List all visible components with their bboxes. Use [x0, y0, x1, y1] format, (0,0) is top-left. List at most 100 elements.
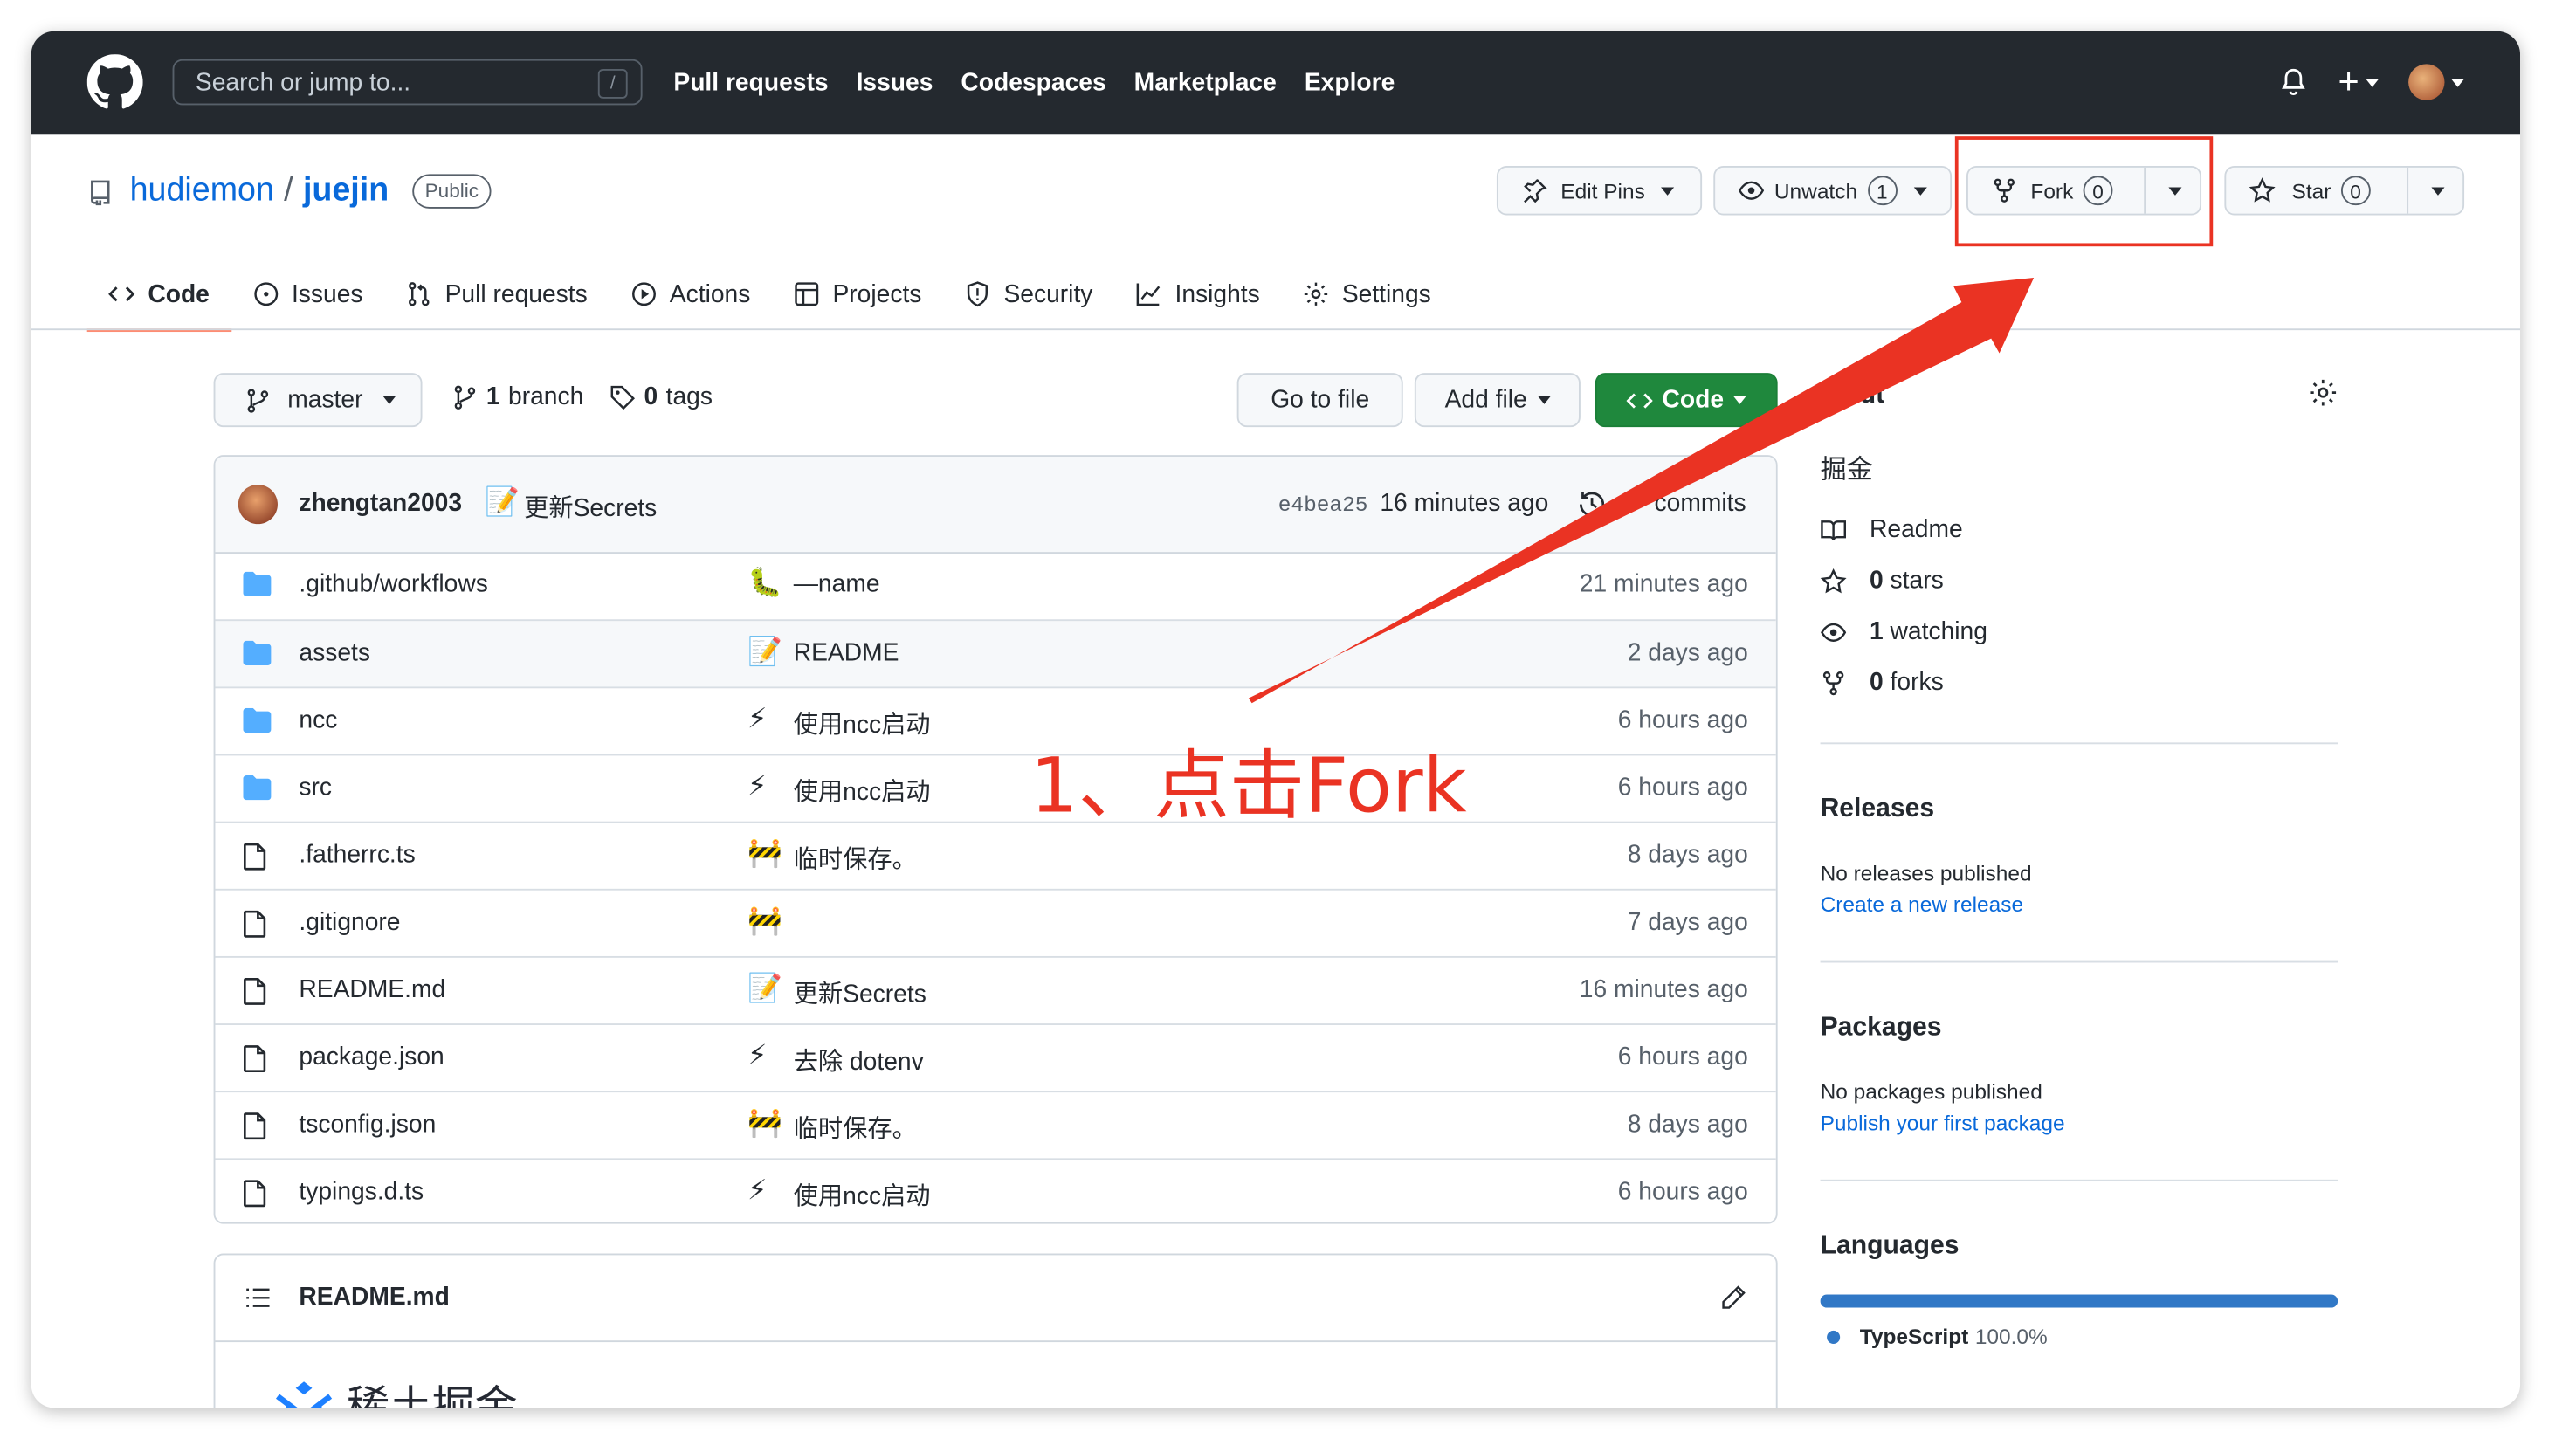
- visibility-badge: Public: [411, 174, 492, 209]
- language-bar-fill: [1820, 1294, 2338, 1308]
- add-file-button[interactable]: Add file: [1414, 373, 1581, 428]
- file-row[interactable]: ncc ⚡ 使用ncc启动 6 hours ago: [215, 686, 1776, 754]
- file-name-link[interactable]: .github/workflows: [299, 570, 487, 598]
- releases-heading[interactable]: Releases: [1821, 795, 1935, 825]
- commit-sha[interactable]: e4bea25: [1278, 492, 1368, 517]
- file-name-link[interactable]: typings.d.ts: [299, 1178, 424, 1206]
- nav-issues[interactable]: Issues: [857, 69, 933, 97]
- readme-link[interactable]: Readme: [1821, 516, 1963, 544]
- gear-icon[interactable]: [2308, 378, 2338, 408]
- file-name-link[interactable]: assets: [299, 639, 370, 667]
- tab-issues[interactable]: Issues: [231, 258, 384, 330]
- star-dropdown-button[interactable]: [2408, 168, 2466, 214]
- readme-divider: [215, 1340, 1776, 1343]
- packages-heading[interactable]: Packages: [1821, 1014, 1942, 1043]
- commit-emoji: ⚡: [747, 703, 768, 734]
- file-row[interactable]: assets 📝 README 2 days ago: [215, 619, 1776, 687]
- commit-message-link[interactable]: 更新Secrets: [794, 976, 926, 1011]
- stars-link[interactable]: 0 stars: [1820, 567, 1944, 595]
- commit-emoji: 🚧: [747, 837, 782, 870]
- global-search[interactable]: /: [172, 59, 643, 106]
- code-button[interactable]: Code: [1595, 373, 1778, 428]
- commit-message-link[interactable]: README: [794, 639, 899, 667]
- list-icon[interactable]: [245, 1284, 271, 1311]
- file-row[interactable]: package.json ⚡ 去除 dotenv 6 hours ago: [215, 1023, 1776, 1091]
- nav-pull-requests[interactable]: Pull requests: [673, 69, 828, 97]
- file-name-link[interactable]: tsconfig.json: [299, 1111, 436, 1139]
- commit-message-link[interactable]: 使用ncc启动: [794, 1178, 931, 1213]
- fork-icon: [1822, 671, 1844, 695]
- file-row[interactable]: tsconfig.json 🚧 临时保存。 8 days ago: [215, 1091, 1776, 1158]
- commit-message-link[interactable]: 使用ncc启动: [794, 774, 931, 809]
- commit-age: 2 days ago: [1627, 638, 1748, 667]
- branch-select-button[interactable]: master: [213, 373, 423, 428]
- star-button-group: Star 0: [2224, 166, 2466, 216]
- tab-projects[interactable]: Projects: [772, 258, 943, 330]
- file-name-link[interactable]: src: [299, 774, 332, 802]
- tags-link[interactable]: 0 tags: [610, 382, 713, 410]
- sidebar-divider: [1820, 742, 2338, 745]
- commit-message-link[interactable]: 临时保存。: [794, 1111, 917, 1146]
- commit-age: 6 hours ago: [1617, 774, 1748, 802]
- commit-age: 6 hours ago: [1617, 1177, 1748, 1206]
- nav-codespaces[interactable]: Codespaces: [961, 69, 1105, 97]
- file-name-link[interactable]: .gitignore: [299, 908, 400, 936]
- star-button[interactable]: Star 0: [2226, 176, 2429, 206]
- file-row[interactable]: README.md 📝 更新Secrets 16 minutes ago: [215, 955, 1776, 1023]
- commit-message-link[interactable]: 去除 dotenv: [794, 1043, 924, 1078]
- nav-explore[interactable]: Explore: [1305, 69, 1395, 97]
- create-new-button[interactable]: +: [2338, 63, 2380, 100]
- nav-marketplace[interactable]: Marketplace: [1134, 69, 1277, 97]
- repo-owner-link[interactable]: hudiemon: [130, 173, 274, 210]
- commit-message-link[interactable]: 使用ncc启动: [794, 706, 931, 741]
- file-row[interactable]: typings.d.ts ⚡ 使用ncc启动 6 hours ago: [215, 1158, 1776, 1222]
- commit-age: 8 days ago: [1627, 841, 1748, 870]
- repo-name-link[interactable]: juejin: [303, 173, 389, 210]
- add-file-label: Add file: [1444, 386, 1527, 415]
- create-release-link[interactable]: Create a new release: [1821, 892, 2023, 917]
- chevron-down-icon: [382, 396, 396, 404]
- branches-link[interactable]: 1 branch: [451, 382, 583, 410]
- go-to-file-button[interactable]: Go to file: [1236, 373, 1403, 428]
- tab-pull-requests[interactable]: Pull requests: [384, 258, 609, 330]
- commit-age: 21 minutes ago: [1579, 569, 1748, 598]
- gear-icon: [1304, 282, 1327, 306]
- bell-icon[interactable]: [2279, 67, 2309, 97]
- pencil-icon[interactable]: [1720, 1284, 1746, 1311]
- tab-security[interactable]: Security: [943, 258, 1114, 330]
- file-name-link[interactable]: .fatherrc.ts: [299, 841, 415, 869]
- author-avatar[interactable]: [238, 485, 278, 525]
- user-menu[interactable]: [2408, 64, 2465, 100]
- file-row[interactable]: src ⚡ 使用ncc启动 6 hours ago: [215, 754, 1776, 822]
- star-icon: [1820, 568, 1847, 593]
- commit-message-link[interactable]: 临时保存。: [794, 841, 917, 876]
- language-item[interactable]: TypeScript 100.0%: [1821, 1324, 2048, 1349]
- code-button-label: Code: [1662, 386, 1725, 415]
- file-name-link[interactable]: package.json: [299, 1043, 444, 1071]
- file-row[interactable]: .gitignore 🚧 7 days ago: [215, 888, 1776, 956]
- github-logo-icon[interactable]: [86, 54, 143, 110]
- history-icon: [1579, 492, 1605, 517]
- file-name-link[interactable]: ncc: [299, 706, 337, 734]
- commit-message-link[interactable]: —name: [794, 570, 880, 598]
- file-row[interactable]: .fatherrc.ts 🚧 临时保存。 8 days ago: [215, 821, 1776, 889]
- publish-package-link[interactable]: Publish your first package: [1821, 1111, 2065, 1135]
- watching-link[interactable]: 1 watching: [1821, 617, 1987, 645]
- unwatch-button[interactable]: Unwatch 1: [1713, 166, 1953, 216]
- repo-icon: [91, 179, 110, 205]
- search-input[interactable]: [174, 60, 628, 104]
- chevron-down-icon: [1913, 186, 1927, 195]
- commit-author[interactable]: zhengtan2003: [299, 490, 462, 518]
- forks-link[interactable]: 0 forks: [1821, 669, 1944, 697]
- commit-message[interactable]: 更新Secrets: [524, 490, 657, 525]
- file-row[interactable]: .github/workflows 🐛 —name 21 minutes ago: [215, 552, 1775, 619]
- tab-settings[interactable]: Settings: [1281, 258, 1452, 330]
- file-name-link[interactable]: README.md: [299, 976, 445, 1004]
- tab-insights[interactable]: Insights: [1114, 258, 1281, 330]
- readme-title[interactable]: README.md: [299, 1283, 449, 1311]
- tab-actions[interactable]: Actions: [609, 258, 772, 330]
- commits-link[interactable]: commits: [1655, 490, 1746, 518]
- edit-pins-button[interactable]: Edit Pins: [1496, 166, 1703, 216]
- tab-code[interactable]: Code: [86, 258, 231, 333]
- commit-age: 7 days ago: [1627, 908, 1748, 937]
